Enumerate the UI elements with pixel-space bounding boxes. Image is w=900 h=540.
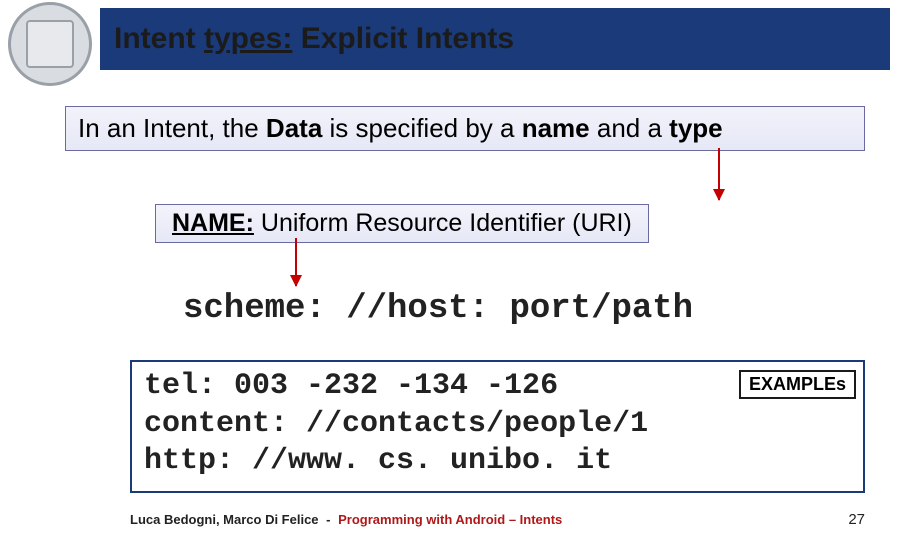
example-line: http: //www. cs. unibo. it xyxy=(144,443,851,481)
title-bar: Intent types: Explicit Intents xyxy=(100,8,890,70)
footer-course: Programming with Android – Intents xyxy=(338,512,562,527)
intro-b1: Data xyxy=(266,113,322,143)
footer: Luca Bedogni, Marco Di Felice - Programm… xyxy=(130,511,865,528)
university-seal-icon xyxy=(8,2,92,86)
uri-scheme-pattern: scheme: //host: port/path xyxy=(183,290,693,328)
page-number: 27 xyxy=(848,511,865,528)
intro-t3: and a xyxy=(590,113,670,143)
title-post: Explicit Intents xyxy=(292,22,514,55)
arrow-down-icon xyxy=(718,148,720,200)
footer-dash: - xyxy=(322,512,334,527)
slide-title: Intent types: Explicit Intents xyxy=(114,22,514,56)
title-pre: Intent xyxy=(114,22,204,55)
example-line: content: //contacts/people/1 xyxy=(144,406,851,444)
name-box-label: NAME: xyxy=(172,209,254,237)
title-highlight: types: xyxy=(204,22,292,55)
seal-inner-icon xyxy=(26,20,74,68)
intro-box: In an Intent, the Data is specified by a… xyxy=(65,106,865,151)
footer-authors: Luca Bedogni, Marco Di Felice xyxy=(130,512,319,527)
name-box-value: Uniform Resource Identifier (URI) xyxy=(254,209,632,237)
intro-t2: is specified by a xyxy=(322,113,521,143)
intro-b3: type xyxy=(669,113,722,143)
intro-t1: In an Intent, the xyxy=(78,113,266,143)
arrow-down-icon xyxy=(295,238,297,286)
intro-b2: name xyxy=(522,113,590,143)
name-box: NAME: Uniform Resource Identifier (URI) xyxy=(155,204,649,243)
examples-label: EXAMPLEs xyxy=(739,370,856,399)
